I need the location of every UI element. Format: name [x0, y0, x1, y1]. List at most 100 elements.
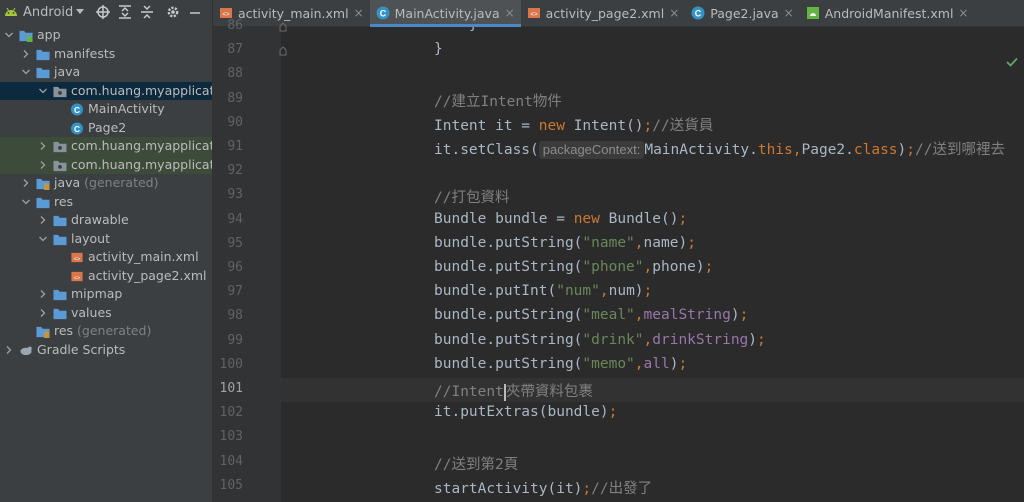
close-icon[interactable]: ×	[669, 6, 679, 20]
tree-item[interactable]: java (generated)	[0, 174, 212, 193]
code-line[interactable]: }	[434, 41, 443, 57]
fold-end-icon[interactable]	[279, 46, 287, 56]
tree-item[interactable]: java	[0, 63, 212, 82]
fold-end-icon[interactable]	[279, 22, 287, 32]
code-line[interactable]: startActivity(it);//出發了	[434, 477, 652, 498]
hide-panel-button[interactable]	[186, 3, 204, 21]
tree-item[interactable]: C MainActivity	[0, 100, 212, 119]
chevron-down-icon[interactable]	[5, 31, 13, 39]
code-line[interactable]: //Intent 夾帶資料包裹	[434, 380, 593, 401]
code-line[interactable]: //建立Intent物件	[434, 90, 562, 111]
tree-item[interactable]: res (generated)	[0, 322, 212, 341]
tree-item[interactable]: com.huang.myapplication	[0, 155, 212, 174]
chevron-right-icon[interactable]	[39, 308, 47, 317]
gear-icon	[167, 6, 179, 18]
code-line[interactable]: bundle.putString("memo",all);	[434, 356, 687, 372]
tree-item[interactable]: res	[0, 193, 212, 212]
tree-toggle[interactable]	[4, 341, 14, 359]
tree-toggle[interactable]	[38, 230, 48, 248]
code-line[interactable]: bundle.putString("drink",drinkString);	[434, 332, 766, 348]
tree-toggle[interactable]	[38, 137, 48, 155]
tree-toggle[interactable]	[38, 211, 48, 229]
code-token: ;	[704, 259, 714, 275]
editor-tab[interactable]: <> activity_page2.xml ×	[521, 0, 686, 26]
chevron-right-icon[interactable]	[22, 179, 30, 187]
tree-item[interactable]: C Page2	[0, 119, 212, 138]
code-line[interactable]: bundle.putString("name",name);	[434, 235, 696, 251]
tree-item[interactable]: mipmap	[0, 285, 212, 304]
android-icon	[5, 7, 17, 16]
code-line[interactable]: //打包資料	[434, 186, 509, 207]
tree-toggle[interactable]	[21, 193, 31, 211]
chevron-down-icon[interactable]	[39, 87, 47, 95]
tree-item-label: MainActivity	[88, 101, 165, 116]
expand-all-button[interactable]	[116, 3, 134, 21]
tree-item[interactable]: <> activity_page2.xml	[0, 267, 212, 286]
tree-item-label: app	[37, 27, 61, 42]
chevron-right-icon[interactable]	[39, 216, 47, 224]
code-area[interactable]: }} //建立Intent物件 Intent it = new Intent();/…	[281, 27, 1024, 502]
editor-tab[interactable]: C Page2.java ×	[685, 0, 799, 26]
collapse-all-button[interactable]	[138, 3, 156, 21]
close-icon[interactable]: ×	[958, 6, 968, 20]
module-folder-icon	[19, 30, 33, 42]
tree-item[interactable]: Gradle Scripts	[0, 341, 212, 360]
code-line[interactable]: bundle.putInt("num",num);	[434, 283, 652, 299]
code-editor[interactable]: 86 87 88 89 90 91 92 93 94 95 96 97 98 99 100 101 102 103…	[213, 18, 1024, 502]
code-line[interactable]: Intent it = new Intent();//送貨員	[434, 114, 713, 135]
code-token: bundle.putString(	[434, 234, 583, 251]
tree-item[interactable]: com.huang.myapplication	[0, 137, 212, 156]
tree-item[interactable]: com.huang.myapplication	[0, 81, 212, 100]
code-token: phone)	[652, 259, 705, 275]
close-icon[interactable]: ×	[354, 6, 364, 20]
code-line[interactable]: Bundle bundle = new Bundle();	[434, 211, 687, 227]
line-number: 92	[227, 163, 243, 179]
chevron-right-icon[interactable]	[39, 290, 47, 298]
tree-item[interactable]: drawable	[0, 211, 212, 230]
tree-toggle[interactable]	[21, 45, 31, 63]
tree-toggle[interactable]	[4, 26, 14, 44]
editor-gutter: 86 87 88 89 90 91 92 93 94 95 96 97 98 99 100 101 102 103…	[213, 18, 281, 502]
code-line[interactable]: it.putExtras(bundle);	[434, 404, 617, 420]
editor-tab[interactable]: AndroidManifest.xml ×	[800, 0, 975, 26]
tree-item[interactable]: layout	[0, 230, 212, 249]
line-number: 101	[219, 381, 243, 396]
tree-toggle[interactable]	[38, 285, 48, 303]
chevron-right-icon[interactable]	[39, 142, 47, 150]
chevron-right-icon[interactable]	[5, 345, 13, 354]
code-token: startActivity(it)	[434, 480, 583, 497]
settings-button[interactable]	[164, 3, 182, 21]
chevron-right-icon[interactable]	[39, 160, 47, 169]
tree-toggle[interactable]	[38, 156, 48, 174]
tree-item[interactable]: values	[0, 304, 212, 323]
tree-item[interactable]: <> activity_main.xml	[0, 248, 212, 267]
svg-text:<>: <>	[74, 275, 81, 281]
close-icon[interactable]: ×	[784, 6, 794, 20]
code-line[interactable]: bundle.putString("meal",mealString);	[434, 307, 748, 323]
inspection-ok-icon[interactable]	[1006, 57, 1018, 67]
locate-button[interactable]	[94, 3, 112, 21]
code-line[interactable]: it.setClass(packageContext: MainActivity.…	[434, 138, 1005, 159]
tree-toggle[interactable]	[38, 82, 48, 100]
code-token: ,	[634, 355, 644, 372]
code-line[interactable]: //送到第2頁	[434, 453, 518, 474]
tree-item-icon	[36, 177, 50, 190]
editor-tab[interactable]: C MainActivity.java ×	[369, 0, 521, 27]
tree-toggle[interactable]	[21, 63, 31, 81]
code-token: }	[434, 27, 478, 33]
code-line[interactable]: }	[434, 27, 478, 33]
tree-toggle[interactable]	[21, 174, 31, 192]
close-icon[interactable]: ×	[505, 6, 515, 20]
chevron-right-icon[interactable]	[22, 49, 30, 58]
tree-toggle[interactable]	[38, 304, 48, 322]
project-view-selector[interactable]: Android	[4, 5, 85, 20]
code-token: ;	[643, 117, 653, 134]
tree-item[interactable]: app	[0, 26, 212, 45]
code-token: ;	[687, 234, 696, 251]
tree-item[interactable]: manifests	[0, 45, 212, 64]
chevron-down-icon[interactable]	[39, 235, 47, 243]
code-token: ,	[599, 283, 609, 300]
chevron-down-icon[interactable]	[22, 68, 30, 76]
chevron-down-icon[interactable]	[22, 198, 30, 206]
code-line[interactable]: bundle.putString("phone",phone);	[434, 259, 713, 275]
